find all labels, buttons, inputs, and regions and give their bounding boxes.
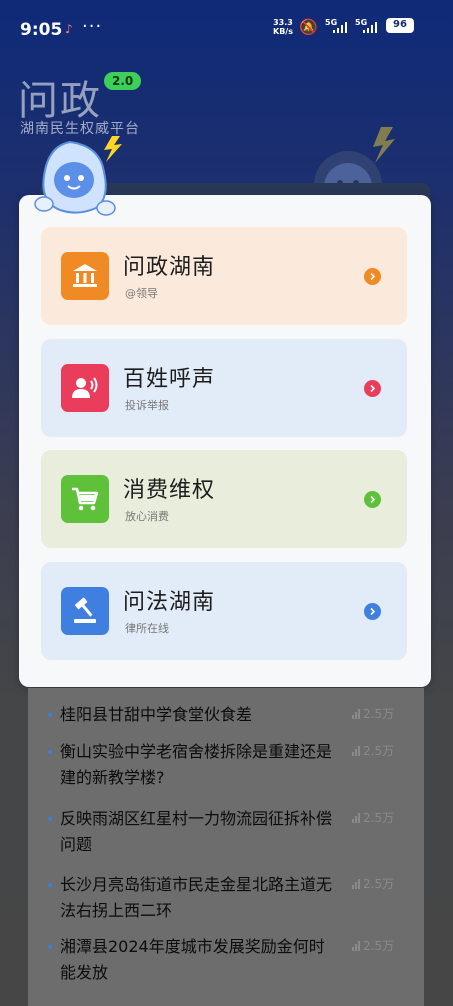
card-title: 问法湖南 [123, 590, 216, 615]
news-views: 2.5万 [352, 875, 394, 892]
news-text: 湘潭县2024年度城市发展奖励金何时能发放 [60, 937, 325, 982]
chevron-right-icon [364, 380, 381, 397]
views-count: 2.5万 [363, 877, 395, 891]
news-text: 反映雨湖区红星村一力物流园征拆补偿问题 [60, 809, 333, 854]
news-text: 长沙月亮岛街道市民走金星北路主道无法右拐上西二环 [60, 875, 333, 920]
bullet-dot [48, 713, 52, 717]
news-views: 2.5万 [352, 742, 394, 759]
battery-icon: 96 [386, 18, 414, 33]
views-icon [352, 745, 360, 756]
bullet-dot [48, 750, 52, 754]
views-icon [352, 708, 360, 719]
news-text: 桂阳县甘甜中学食堂伙食差 [60, 705, 253, 724]
cart-icon [61, 475, 109, 523]
card-subtitle: @领导 [125, 287, 158, 300]
service-menu-modal: 问政湖南 @领导 百姓呼声 投诉举报 消费维权 放心消费 问法湖南 律所在线 [19, 195, 431, 687]
bullet-dot [48, 883, 52, 887]
status-time: 9:05 [20, 20, 63, 40]
menu-card-xiaofei-weiquan[interactable]: 消费维权 放心消费 [41, 450, 407, 548]
notification-icon: ♪ [65, 22, 73, 36]
network-speed: 33.3 KB/s [273, 18, 293, 36]
views-count: 2.5万 [363, 811, 395, 825]
views-icon [352, 878, 360, 889]
card-title: 问政湖南 [123, 255, 216, 280]
signal-icon-1 [333, 22, 347, 33]
bank-icon [61, 252, 109, 300]
card-title: 百姓呼声 [123, 367, 216, 392]
card-title: 消费维权 [123, 478, 216, 503]
chevron-right-icon [364, 603, 381, 620]
menu-card-baixing-husheng[interactable]: 百姓呼声 投诉举报 [41, 339, 407, 437]
status-bar: 9:05 ♪ ··· 33.3 KB/s 🔕 5G 5G 96 [0, 0, 453, 58]
card-subtitle: 律所在线 [125, 622, 169, 635]
views-count: 2.5万 [363, 744, 395, 758]
mascot-icon [34, 136, 122, 216]
views-icon [352, 940, 360, 951]
news-views: 2.5万 [352, 809, 394, 826]
menu-card-wenzheng-hunan[interactable]: 问政湖南 @领导 [41, 227, 407, 325]
card-subtitle: 放心消费 [125, 510, 169, 523]
views-count: 2.5万 [363, 707, 395, 721]
news-text: 衡山实验中学老宿舍楼拆除是重建还是建的新教学楼? [60, 742, 333, 787]
news-views: 2.5万 [352, 705, 394, 722]
bullet-dot [48, 817, 52, 821]
news-views: 2.5万 [352, 937, 394, 954]
gavel-icon [61, 587, 109, 635]
version-badge: 2.0 [104, 72, 142, 90]
network-speed-unit: KB/s [273, 27, 293, 36]
more-notifications-icon: ··· [82, 16, 103, 37]
card-subtitle: 投诉举报 [125, 399, 169, 412]
network-speed-value: 33.3 [273, 18, 293, 27]
views-icon [352, 812, 360, 823]
bullet-dot [48, 945, 52, 949]
chevron-right-icon [364, 491, 381, 508]
menu-card-wenfa-hunan[interactable]: 问法湖南 律所在线 [41, 562, 407, 660]
app-subtitle: 湖南民生权威平台 [20, 121, 140, 137]
views-count: 2.5万 [363, 939, 395, 953]
mute-icon: 🔕 [299, 18, 318, 36]
speaker-person-icon [61, 364, 109, 412]
chevron-right-icon [364, 268, 381, 285]
signal-icon-2 [363, 22, 377, 33]
